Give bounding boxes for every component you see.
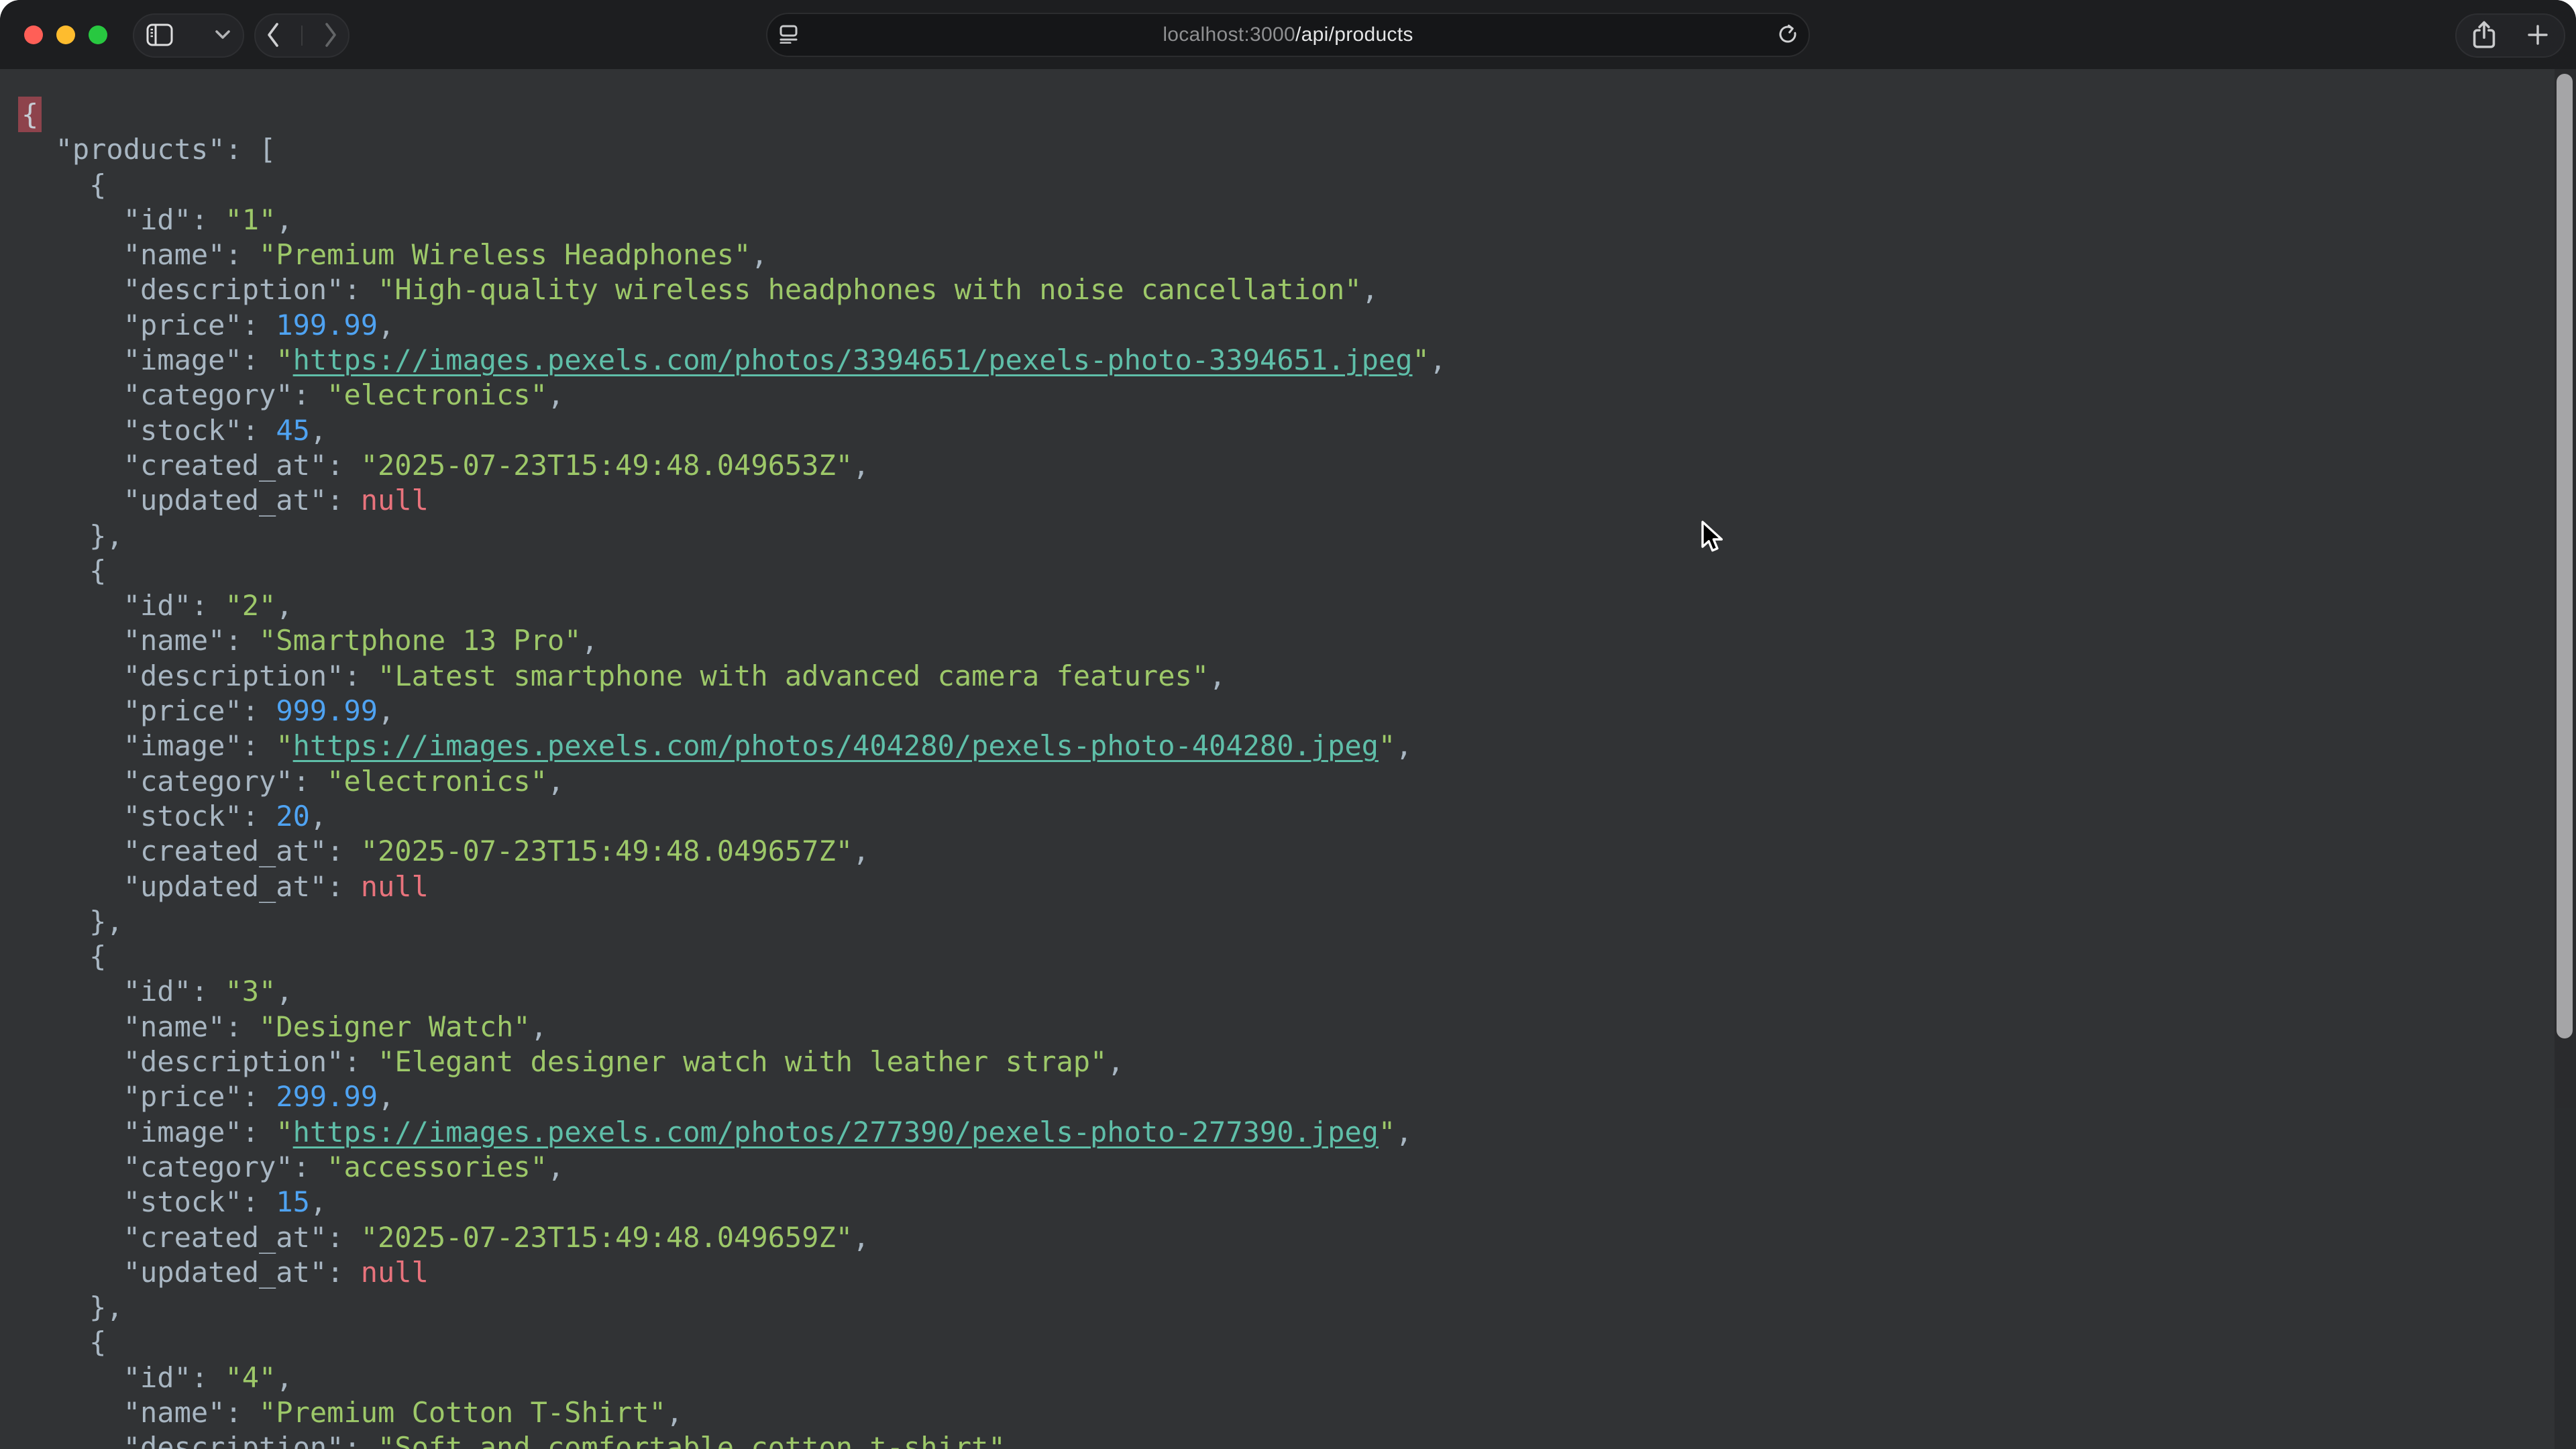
code-line: "updated_at": null [21,1255,2576,1290]
navigation-button-group [254,13,350,58]
share-icon [2472,20,2496,52]
back-icon [266,21,280,50]
page-settings-button[interactable] [780,14,798,56]
code-line: "created_at": "2025-07-23T15:49:48.04965… [21,834,2576,869]
code-line: "name": "Smartphone 13 Pro", [21,623,2576,658]
code-line: "image": "https://images.pexels.com/phot… [21,729,2576,763]
code-line: "name": "Premium Cotton T-Shirt", [21,1395,2576,1430]
code-line: "id": "4", [21,1360,2576,1395]
back-button[interactable] [266,21,280,50]
browser-toolbar[interactable]: localhost:3000/api/products [0,0,2576,69]
code-line: "price": 999.99, [21,694,2576,729]
window-controls [24,25,107,44]
code-line: }, [21,519,2576,553]
code-line: { [21,168,2576,203]
code-line: "created_at": "2025-07-23T15:49:48.04965… [21,1220,2576,1255]
sidebar-button-group [133,13,244,58]
code-line: "price": 299.99, [21,1079,2576,1114]
address-bar[interactable]: localhost:3000/api/products [766,13,1810,57]
forward-button[interactable] [324,21,337,50]
code-line: "image": "https://images.pexels.com/phot… [21,1115,2576,1150]
code-line: { [21,97,2576,132]
code-line: "category": "electronics", [21,764,2576,799]
code-line: "stock": 15, [21,1185,2576,1220]
url-path: /api/products [1295,23,1413,46]
json-viewer: { "products": [ { "id": "1", "name": "Pr… [0,69,2576,1449]
tab-group-menu-button[interactable] [215,30,231,42]
minimize-button[interactable] [56,25,75,44]
reload-button[interactable] [1778,14,1798,56]
share-button[interactable] [2472,20,2496,52]
code-line: { [21,1325,2576,1360]
toolbar-actions-group [2455,13,2565,58]
code-line: }, [21,1290,2576,1325]
code-line: "description": "High-quality wireless he… [21,272,2576,307]
chevron-down-icon [215,30,231,42]
page-settings-icon [780,25,798,46]
nav-divider [301,25,303,46]
reload-icon [1778,24,1798,46]
code-line: "id": "3", [21,974,2576,1009]
code-line: { [21,939,2576,974]
code-line: "updated_at": null [21,483,2576,518]
code-line: "created_at": "2025-07-23T15:49:48.04965… [21,448,2576,483]
code-line: "updated_at": null [21,869,2576,904]
sidebar-toggle-button[interactable] [146,23,173,48]
json-code: { "products": [ { "id": "1", "name": "Pr… [0,69,2576,1449]
url-text: localhost:3000/api/products [1163,23,1413,46]
code-line: "stock": 20, [21,799,2576,834]
scrollbar-track[interactable] [2555,69,2576,1449]
code-line: "id": "1", [21,203,2576,237]
code-line: "category": "electronics", [21,378,2576,413]
code-line: "name": "Designer Watch", [21,1010,2576,1044]
code-line: "id": "2", [21,588,2576,623]
code-line: "image": "https://images.pexels.com/phot… [21,343,2576,378]
code-line: "description": "Soft and comfortable cot… [21,1430,2576,1449]
highlighted-brace: { [18,97,42,132]
forward-icon [324,21,337,50]
code-line: "name": "Premium Wireless Headphones", [21,237,2576,272]
code-line: "category": "accessories", [21,1150,2576,1185]
code-line: "description": "Latest smartphone with a… [21,659,2576,694]
code-line: }, [21,904,2576,939]
safari-window: localhost:3000/api/products [0,0,2576,1449]
code-line: "stock": 45, [21,413,2576,448]
code-line: "price": 199.99, [21,308,2576,343]
plus-icon [2526,23,2549,48]
json-url-link[interactable]: https://images.pexels.com/photos/404280/… [293,729,1379,762]
json-url-link[interactable]: https://images.pexels.com/photos/277390/… [293,1116,1379,1148]
code-line: "description": "Elegant designer watch w… [21,1044,2576,1079]
close-button[interactable] [24,25,43,44]
sidebar-icon [146,23,173,48]
code-line: "products": [ [21,132,2576,167]
url-host: localhost:3000 [1163,23,1295,46]
new-tab-button[interactable] [2526,23,2549,48]
scrollbar-thumb[interactable] [2557,74,2573,1038]
json-url-link[interactable]: https://images.pexels.com/photos/3394651… [293,343,1413,376]
zoom-button[interactable] [89,25,107,44]
code-line: { [21,553,2576,588]
